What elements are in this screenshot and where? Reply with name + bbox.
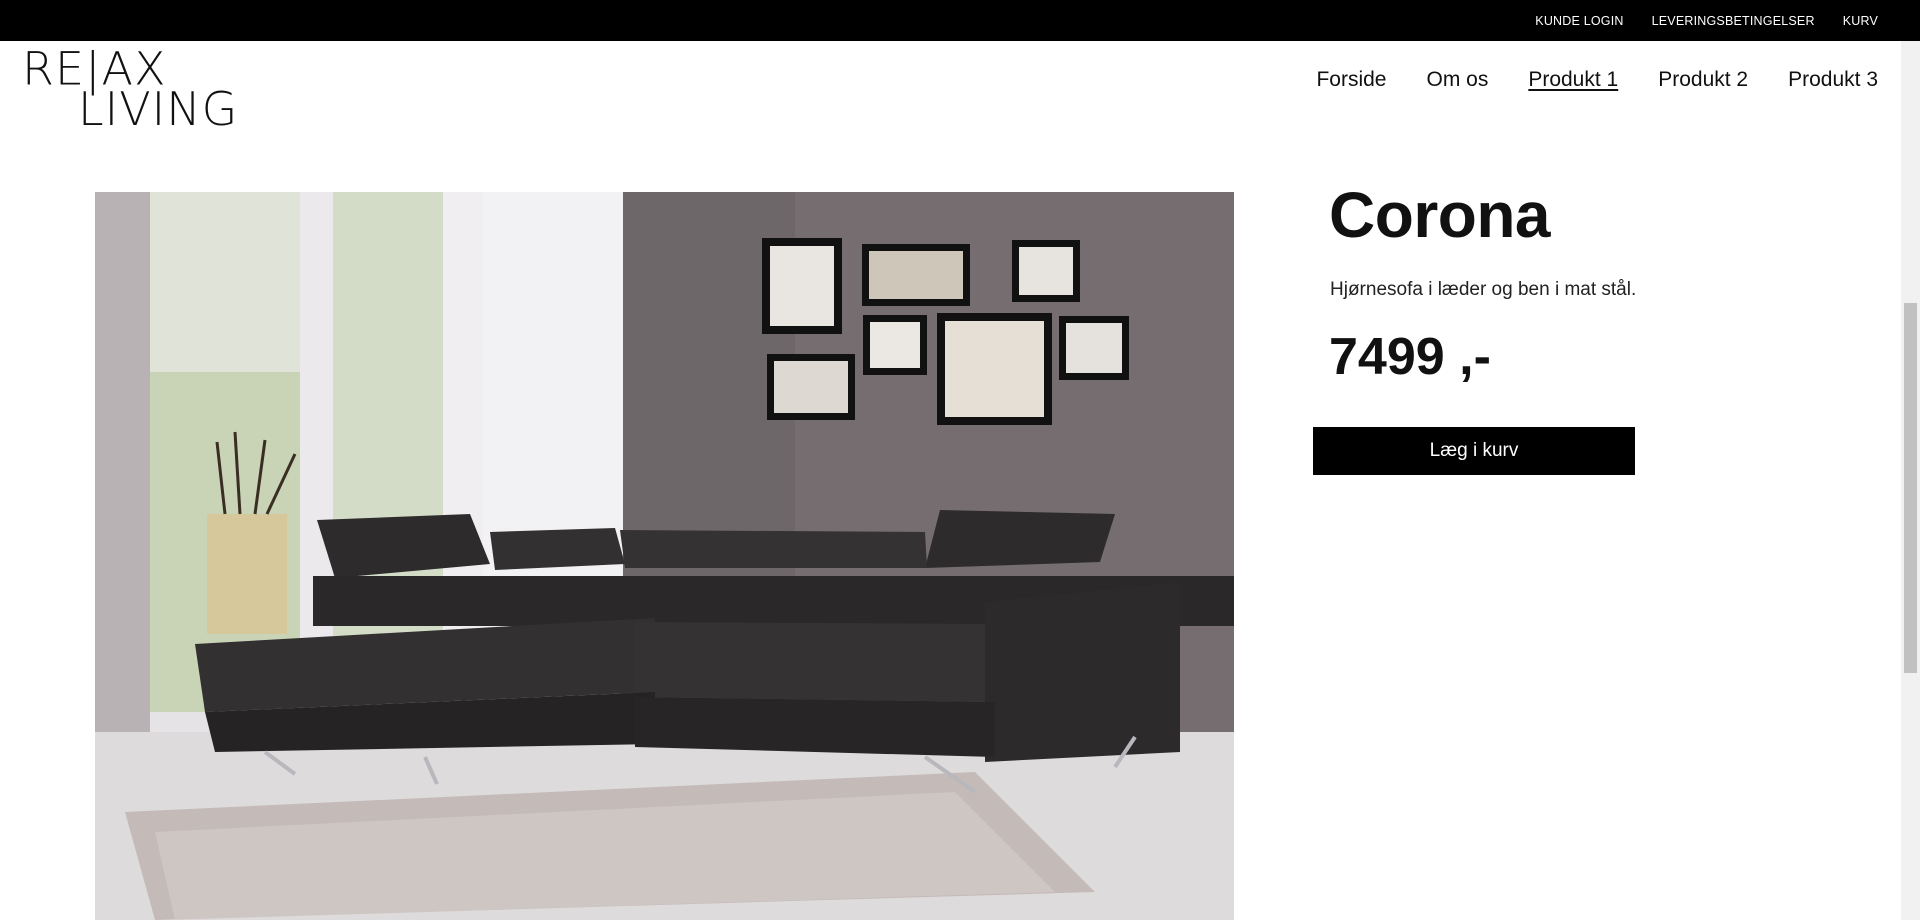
scrollbar-thumb[interactable] bbox=[1904, 303, 1917, 673]
product-title: Corona bbox=[1329, 179, 1551, 251]
sofa-photo-illustration bbox=[95, 192, 1234, 920]
add-to-cart-button[interactable]: Læg i kurv bbox=[1313, 427, 1635, 475]
nav-item-om-os[interactable]: Om os bbox=[1426, 68, 1488, 92]
product-price: 7499 ,- bbox=[1329, 328, 1491, 386]
nav-item-produkt-2[interactable]: Produkt 2 bbox=[1658, 68, 1748, 92]
nav-item-produkt-3[interactable]: Produkt 3 bbox=[1788, 68, 1878, 92]
nav-item-produkt-1[interactable]: Produkt 1 bbox=[1528, 68, 1618, 92]
logo-line-2: LIVING bbox=[78, 82, 239, 136]
delivery-terms-link[interactable]: LEVERINGSBETINGELSER bbox=[1652, 14, 1815, 28]
scrollbar[interactable] bbox=[1901, 41, 1920, 920]
product-image bbox=[95, 192, 1234, 920]
nav-item-forside[interactable]: Forside bbox=[1316, 68, 1386, 92]
customer-login-link[interactable]: KUNDE LOGIN bbox=[1535, 14, 1623, 28]
top-utility-bar: KUNDE LOGIN LEVERINGSBETINGELSER KURV bbox=[0, 0, 1920, 41]
utility-links: KUNDE LOGIN LEVERINGSBETINGELSER KURV bbox=[1535, 0, 1878, 41]
cart-link[interactable]: KURV bbox=[1843, 14, 1878, 28]
main-navigation: Forside Om os Produkt 1 Produkt 2 Produk… bbox=[1316, 68, 1878, 92]
product-description: Hjørnesofa i læder og ben i mat stål. bbox=[1330, 279, 1637, 300]
logo[interactable]: RE|AX LIVING bbox=[22, 46, 237, 132]
page: KUNDE LOGIN LEVERINGSBETINGELSER KURV RE… bbox=[0, 0, 1920, 920]
